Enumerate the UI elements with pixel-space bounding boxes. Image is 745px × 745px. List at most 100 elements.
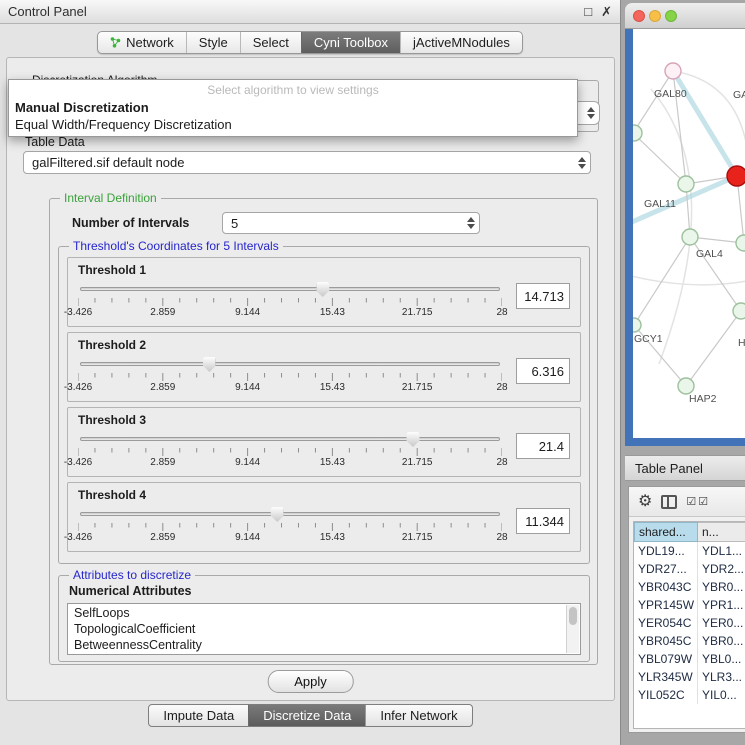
combo-stepper-icon[interactable] xyxy=(582,107,595,119)
threshold-slider[interactable]: -3.4262.8599.14415.4321.71528 xyxy=(76,506,504,544)
tab-impute-data[interactable]: Impute Data xyxy=(149,705,248,726)
tab-cyni-toolbox[interactable]: Cyni Toolbox xyxy=(301,32,400,53)
network-node[interactable] xyxy=(678,176,694,192)
attribute-item[interactable]: BetweennessCentrality xyxy=(68,637,566,653)
threshold-slider[interactable]: -3.4262.8599.14415.4321.71528 xyxy=(76,431,504,469)
network-edge[interactable] xyxy=(633,71,673,133)
slider-thumb[interactable] xyxy=(316,282,329,297)
cell-name: YBL0... xyxy=(698,650,745,668)
tab-select[interactable]: Select xyxy=(240,32,301,53)
slider-thumb[interactable] xyxy=(203,357,216,372)
attribute-item[interactable]: TopologicalCoefficient xyxy=(68,621,566,637)
slider-ticks xyxy=(78,373,502,382)
tab-discretize-data[interactable]: Discretize Data xyxy=(248,705,365,726)
slider-track[interactable] xyxy=(80,287,500,291)
slider-tick-labels: -3.4262.8599.14415.4321.71528 xyxy=(78,457,502,469)
network-node[interactable] xyxy=(665,63,681,79)
tab-group: Network Style Select Cyni Toolbox jActiv… xyxy=(97,31,523,54)
network-node[interactable] xyxy=(633,125,642,141)
threshold-label: Threshold 2 xyxy=(78,338,572,352)
tab-style[interactable]: Style xyxy=(186,32,240,53)
combo-stepper-icon[interactable] xyxy=(462,217,475,229)
close-traffic-light-icon[interactable] xyxy=(633,10,645,22)
network-node-label: GCY1 xyxy=(634,333,663,345)
column-header-name[interactable]: n... xyxy=(698,522,745,542)
network-node[interactable] xyxy=(736,235,745,251)
table-settings-gear-icon[interactable]: ⚙ xyxy=(638,494,652,510)
network-node-label: GA xyxy=(733,89,745,101)
thresholds-group-title: Threshold's Coordinates for 5 Intervals xyxy=(69,239,283,253)
apply-button[interactable]: Apply xyxy=(267,670,354,693)
table-row[interactable]: YPR145WYPR1... xyxy=(634,596,745,614)
attributes-list-items: SelfLoopsTopologicalCoefficientBetweenne… xyxy=(68,605,566,653)
attributes-list[interactable]: SelfLoopsTopologicalCoefficientBetweenne… xyxy=(67,603,581,655)
attribute-item[interactable]: SelfLoops xyxy=(68,605,566,621)
slider-thumb[interactable] xyxy=(406,432,419,447)
zoom-traffic-light-icon[interactable] xyxy=(665,10,677,22)
table-row[interactable]: YDR27...YDR2... xyxy=(634,560,745,578)
slider-track[interactable] xyxy=(80,512,500,516)
scrollbar-thumb[interactable] xyxy=(569,607,577,625)
network-node[interactable] xyxy=(678,378,694,394)
tab-jactivemnodules[interactable]: jActiveMNodules xyxy=(400,32,522,53)
slider-track[interactable] xyxy=(80,362,500,366)
tab-infer-network[interactable]: Infer Network xyxy=(365,705,471,726)
network-edge[interactable] xyxy=(686,311,741,386)
number-of-intervals-combo[interactable]: 5 xyxy=(222,212,480,234)
float-window-icon[interactable]: □ xyxy=(584,5,592,18)
interval-definition-title: Interval Definition xyxy=(60,191,161,205)
dropdown-option-equal-width-frequency[interactable]: Equal Width/Frequency Discretization xyxy=(9,116,577,133)
table-header-row: shared... n... xyxy=(634,522,745,542)
table-row[interactable]: YBR045CYBR0... xyxy=(634,632,745,650)
table-panel-titlebar: Table Panel xyxy=(625,455,745,481)
minimize-traffic-light-icon[interactable] xyxy=(649,10,661,22)
threshold-value-field[interactable]: 21.4 xyxy=(516,433,570,459)
slider-tick-labels: -3.4262.8599.14415.4321.71528 xyxy=(78,307,502,319)
threshold-slider[interactable]: -3.4262.8599.14415.4321.71528 xyxy=(76,281,504,319)
network-edge[interactable] xyxy=(634,237,690,325)
checkbox-icon: ☑ xyxy=(686,496,698,508)
tick-label: 9.144 xyxy=(235,382,260,393)
tab-network[interactable]: Network xyxy=(98,32,186,53)
cell-name: YPR1... xyxy=(698,596,745,614)
table-row[interactable]: YER054CYER0... xyxy=(634,614,745,632)
table-row[interactable]: YBR043CYBR0... xyxy=(634,578,745,596)
slider-thumb[interactable] xyxy=(271,507,284,522)
close-window-icon[interactable]: ✗ xyxy=(601,5,612,18)
dropdown-option-manual-discretization[interactable]: Manual Discretization xyxy=(9,99,577,116)
tick-label: 28 xyxy=(496,382,507,393)
threshold-value-field[interactable]: 6.316 xyxy=(516,358,570,384)
network-node[interactable] xyxy=(682,229,698,245)
combo-stepper-icon[interactable] xyxy=(573,157,586,169)
threshold-row: Threshold 2 -3.4262.8599.14415.4321.71528… xyxy=(67,332,581,402)
threshold-value-field[interactable]: 11.344 xyxy=(516,508,570,534)
threshold-label: Threshold 3 xyxy=(78,413,572,427)
network-window-titlebar[interactable] xyxy=(625,3,745,29)
control-panel-titlebar: Control Panel □ ✗ xyxy=(0,0,620,24)
table-row[interactable]: YLR345WYLR3... xyxy=(634,668,745,686)
network-view-window: GAL80GAGAL11GAL4GCY1HHAP2 xyxy=(625,3,745,446)
table-data-combo[interactable]: galFiltered.sif default node xyxy=(23,151,591,174)
table-row[interactable]: YDL19...YDL1... xyxy=(634,542,745,560)
network-canvas[interactable]: GAL80GAGAL11GAL4GCY1HHAP2 xyxy=(633,29,745,438)
cell-shared-name: YLR345W xyxy=(634,668,698,686)
attributes-list-scrollbar[interactable] xyxy=(566,605,579,653)
network-edge[interactable] xyxy=(673,71,737,176)
cell-name: YER0... xyxy=(698,614,745,632)
column-checkbox-icons[interactable]: ☑☑ xyxy=(686,495,710,508)
column-header-shared-name[interactable]: shared... xyxy=(634,522,698,542)
network-edge[interactable] xyxy=(633,133,686,184)
threshold-value-field[interactable]: 14.713 xyxy=(516,283,570,309)
network-node[interactable] xyxy=(727,166,745,186)
cyni-mode-tab-bar: Impute Data Discretize Data Infer Networ… xyxy=(0,704,621,727)
threshold-slider[interactable]: -3.4262.8599.14415.4321.71528 xyxy=(76,356,504,394)
network-node[interactable] xyxy=(633,318,641,332)
mode-tab-group: Impute Data Discretize Data Infer Networ… xyxy=(148,704,472,727)
table-row[interactable]: YIL052CYIL0... xyxy=(634,686,745,704)
threshold-row: Threshold 3 -3.4262.8599.14415.4321.71528… xyxy=(67,407,581,477)
show-columns-icon[interactable] xyxy=(661,495,677,509)
slider-track[interactable] xyxy=(80,437,500,441)
table-row[interactable]: YBL079WYBL0... xyxy=(634,650,745,668)
network-node[interactable] xyxy=(733,303,745,319)
cell-name: YBR0... xyxy=(698,578,745,596)
